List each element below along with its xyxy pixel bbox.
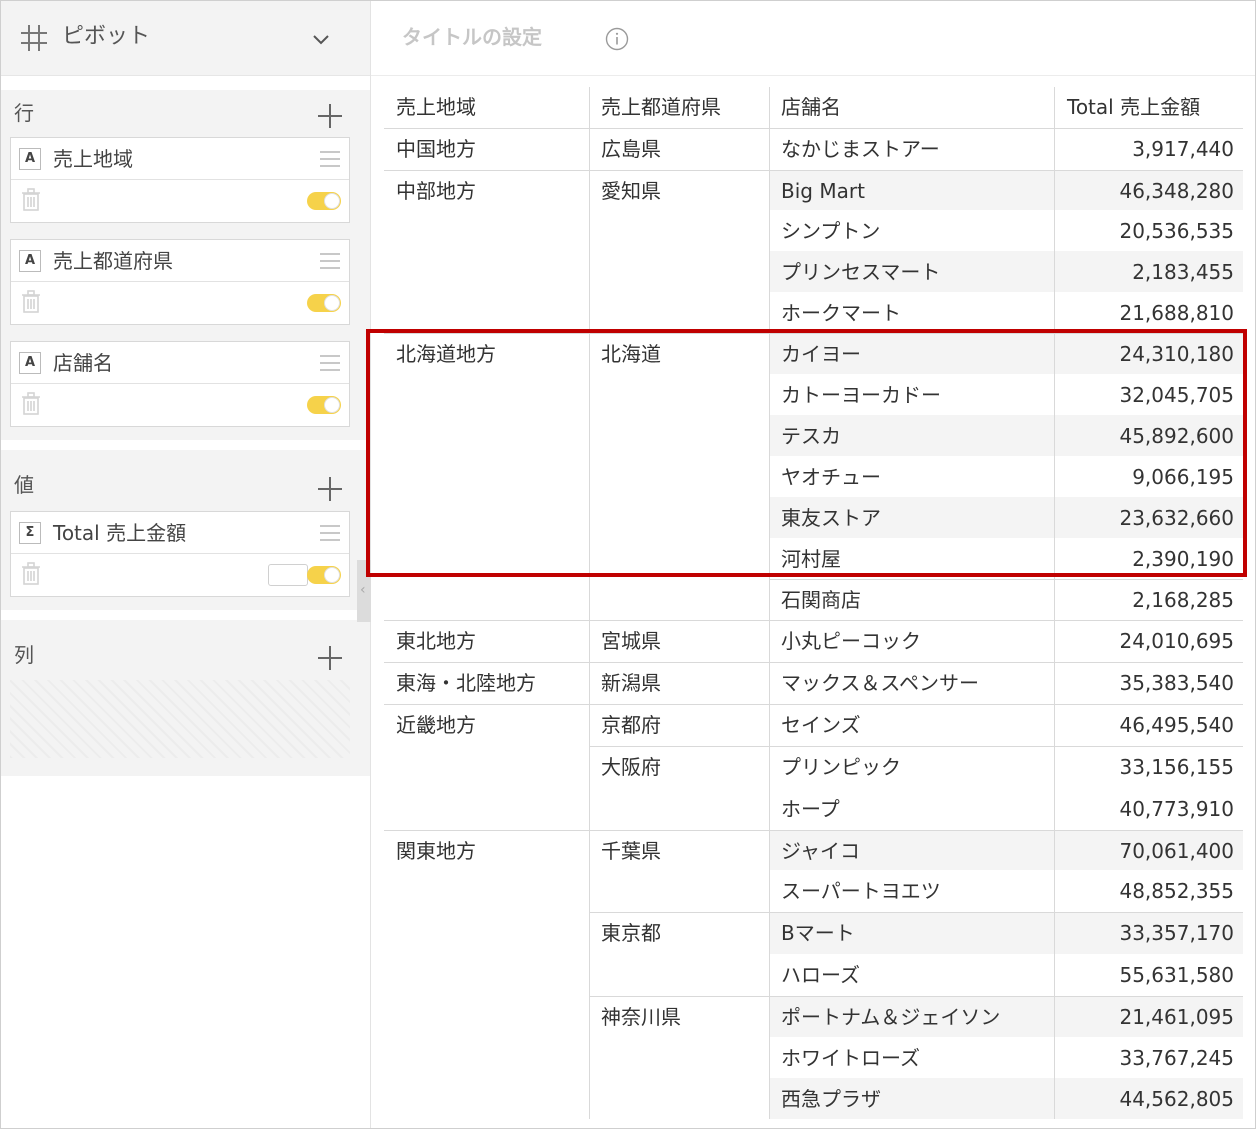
group-divider: [384, 620, 1243, 621]
amount-cell: 35,383,540: [1119, 671, 1234, 695]
amount-cell: 46,495,540: [1119, 713, 1234, 737]
subgroup-divider: [589, 746, 1243, 747]
prefecture-cell: 大阪府: [601, 755, 661, 779]
amount-cell: 46,348,280: [1119, 179, 1234, 203]
column-divider: [1054, 87, 1055, 1119]
header-divider: [384, 128, 1243, 129]
region-cell: 中部地方: [396, 179, 476, 203]
amount-cell: 33,767,245: [1119, 1046, 1234, 1070]
amount-cell: 48,852,355: [1119, 879, 1234, 903]
amount-cell: 33,357,170: [1119, 921, 1234, 945]
subgroup-divider: [589, 912, 1243, 913]
store-cell: プリンピック: [781, 755, 901, 779]
store-cell: プリンセスマート: [781, 260, 941, 284]
amount-cell: 70,061,400: [1119, 839, 1234, 863]
amount-cell: 3,917,440: [1132, 137, 1234, 161]
store-cell: 小丸ピーコック: [781, 629, 921, 653]
prefecture-cell: 千葉県: [601, 839, 661, 863]
amount-cell: 2,183,455: [1132, 260, 1234, 284]
column-divider: [589, 87, 590, 1119]
column-header: 売上地域: [396, 95, 476, 119]
store-cell: Bマート: [781, 921, 855, 945]
highlight-box: [366, 329, 1247, 577]
amount-cell: 21,688,810: [1119, 301, 1234, 325]
column-divider: [769, 87, 770, 1119]
column-header: 店舗名: [781, 95, 841, 119]
column-header: Total 売上金額: [1067, 95, 1201, 119]
store-cell: スーパートヨエツ: [781, 879, 941, 903]
amount-cell: 33,156,155: [1119, 755, 1234, 779]
group-divider: [384, 704, 1243, 705]
prefecture-cell: 新潟県: [601, 671, 661, 695]
column-header: 売上都道府県: [601, 95, 721, 119]
subgroup-divider: [589, 996, 1243, 997]
prefecture-cell: 広島県: [601, 137, 661, 161]
amount-cell: 21,461,095: [1119, 1005, 1234, 1029]
store-cell: ポートナム＆ジェイソン: [781, 1005, 1001, 1029]
amount-cell: 55,631,580: [1119, 963, 1234, 987]
prefecture-cell: 愛知県: [601, 179, 661, 203]
region-cell: 東北地方: [396, 629, 476, 653]
amount-cell: 44,562,805: [1119, 1087, 1234, 1111]
store-cell: ホープ: [781, 797, 840, 821]
store-cell: なかじまストアー: [781, 137, 940, 161]
region-cell: 中国地方: [396, 137, 476, 161]
amount-cell: 2,168,285: [1132, 588, 1234, 612]
group-divider: [384, 830, 1243, 831]
prefecture-cell: 神奈川県: [601, 1005, 681, 1029]
group-divider: [384, 170, 1243, 171]
prefecture-cell: 京都府: [601, 713, 661, 737]
group-divider: [384, 662, 1243, 663]
store-cell: Big Mart: [781, 179, 865, 203]
store-cell: セインズ: [781, 713, 861, 737]
store-cell: ホークマート: [781, 301, 901, 325]
store-cell: 石関商店: [781, 588, 861, 612]
store-cell: 西急プラザ: [781, 1087, 881, 1111]
store-cell: ハローズ: [781, 963, 860, 987]
region-cell: 東海・北陸地方: [396, 671, 536, 695]
store-cell: シンプトン: [781, 219, 881, 243]
store-divider: [769, 579, 1243, 580]
region-cell: 近畿地方: [396, 713, 476, 737]
prefecture-cell: 東京都: [601, 921, 661, 945]
store-cell: ジャイコ: [781, 839, 860, 863]
store-cell: マックス＆スペンサー: [781, 671, 979, 695]
region-cell: 関東地方: [396, 839, 476, 863]
prefecture-cell: 宮城県: [601, 629, 661, 653]
store-cell: ホワイトローズ: [781, 1046, 920, 1070]
amount-cell: 24,010,695: [1119, 629, 1234, 653]
amount-cell: 20,536,535: [1119, 219, 1234, 243]
amount-cell: 40,773,910: [1119, 797, 1234, 821]
